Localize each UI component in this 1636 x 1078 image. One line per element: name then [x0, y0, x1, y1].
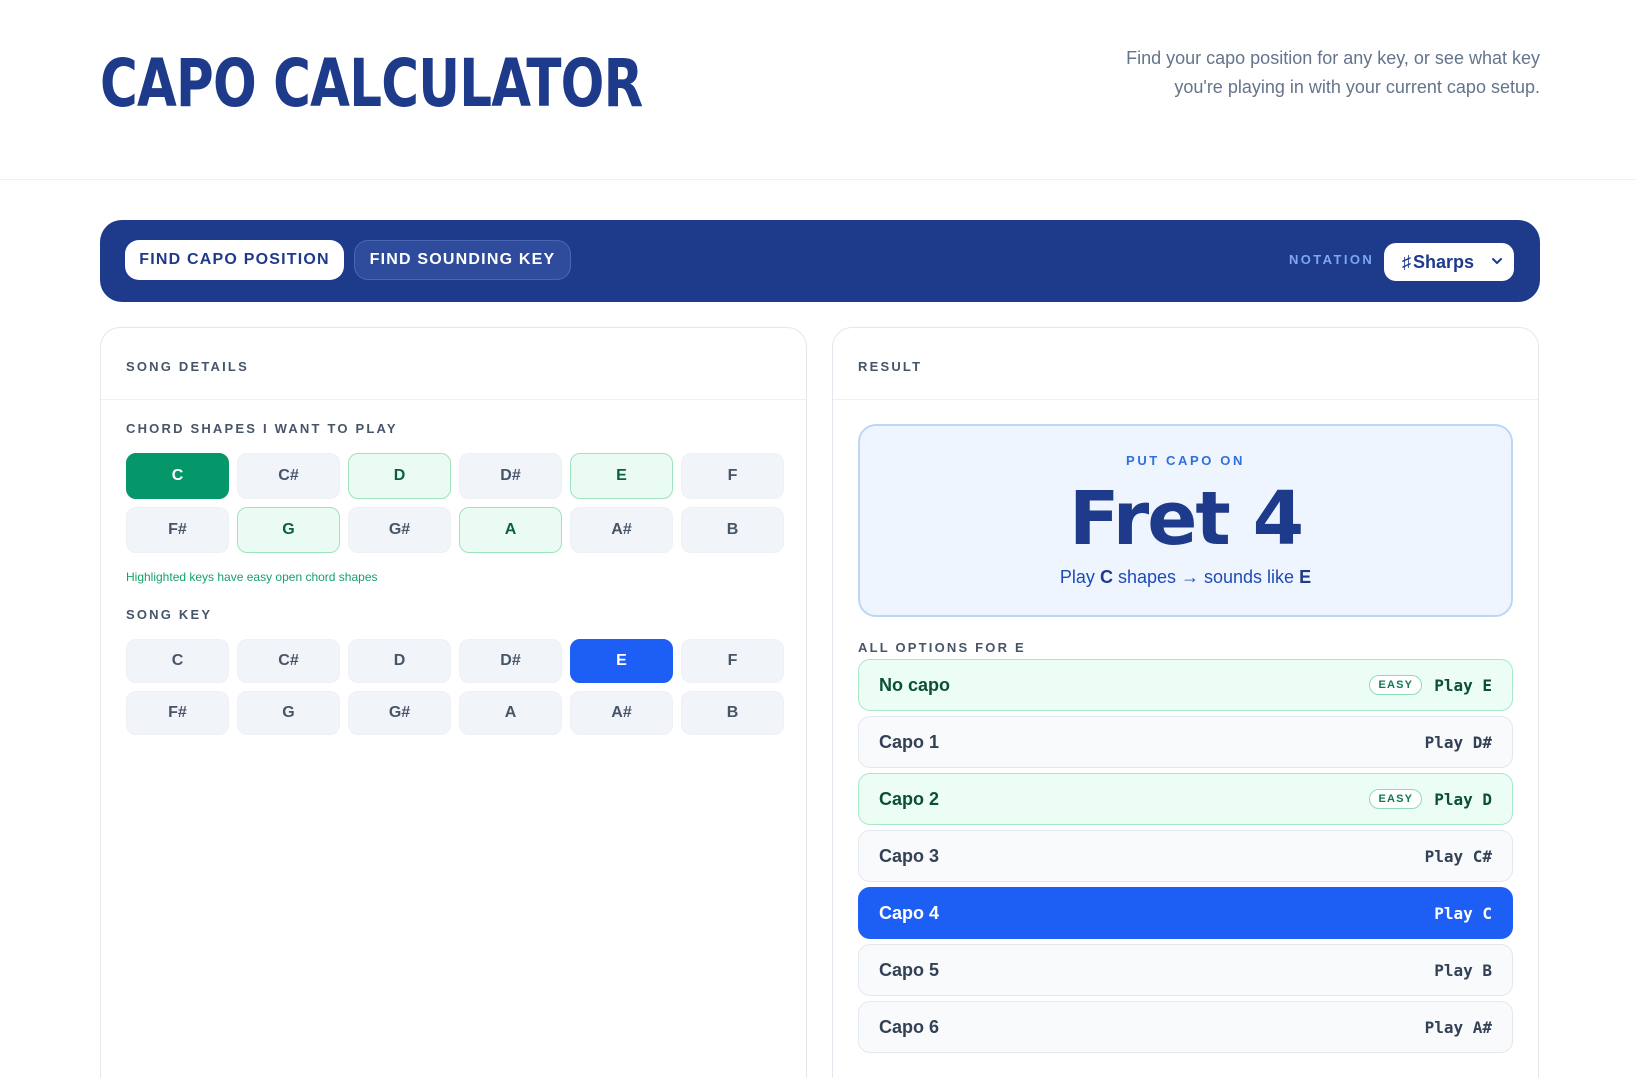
- key-button-c[interactable]: C: [126, 639, 229, 683]
- notation-value: Sharps: [1413, 251, 1475, 272]
- key-button-g[interactable]: G: [237, 507, 340, 553]
- app-title: Capo Calculator: [100, 45, 643, 122]
- chord-shapes-label: CHORD SHAPES I WANT TO PLAY: [126, 421, 398, 436]
- capo-option-row[interactable]: Capo 3 Play C#: [858, 830, 1513, 882]
- key-button-a-sharp[interactable]: A#: [570, 507, 673, 553]
- key-button-d-sharp[interactable]: D#: [459, 639, 562, 683]
- key-button-e[interactable]: E: [570, 639, 673, 683]
- key-button-b[interactable]: B: [681, 507, 784, 553]
- chevron-down-icon: [1492, 258, 1502, 264]
- capo-option-row[interactable]: Capo 1 Play D#: [858, 716, 1513, 768]
- key-button-a-sharp[interactable]: A#: [570, 691, 673, 735]
- capo-option-play: Play E: [1434, 675, 1492, 695]
- key-button-g-sharp[interactable]: G#: [348, 507, 451, 553]
- easy-badge: EASY: [1369, 675, 1423, 695]
- easy-badge: EASY: [1369, 789, 1423, 809]
- key-button-f-sharp[interactable]: F#: [126, 691, 229, 735]
- key-button-c-sharp[interactable]: C#: [237, 639, 340, 683]
- key-button-g[interactable]: G: [237, 691, 340, 735]
- capo-option-row[interactable]: Capo 2 EASY Play D: [858, 773, 1513, 825]
- capo-option-row[interactable]: No capo EASY Play E: [858, 659, 1513, 711]
- capo-option-name: Capo 4: [879, 902, 940, 923]
- mode-toolbar: FIND CAPO POSITION FIND SOUNDING KEY NOT…: [100, 220, 1540, 302]
- result-summary-shape: C: [1099, 567, 1113, 587]
- key-button-d-sharp[interactable]: D#: [459, 453, 562, 499]
- capo-option-name: Capo 5: [879, 959, 940, 980]
- key-button-d[interactable]: D: [348, 639, 451, 683]
- key-button-g-sharp[interactable]: G#: [348, 691, 451, 735]
- notation-select[interactable]: ♯ Sharps: [1384, 243, 1514, 281]
- result-card: PUT CAPO ON Fret 4 Play C shapes → sound…: [858, 424, 1513, 617]
- capo-option-name: Capo 3: [879, 845, 940, 866]
- result-summary-key: E: [1299, 567, 1312, 587]
- result-heading: RESULT: [833, 328, 1538, 400]
- chord-shapes-grid: C C# D D# E F F# G G# A A# B: [126, 453, 784, 553]
- easy-keys-hint: Highlighted keys have easy open chord sh…: [126, 570, 378, 584]
- page-header: Capo Calculator Find your capo position …: [0, 0, 1636, 180]
- song-details-panel: SONG DETAILS CHORD SHAPES I WANT TO PLAY…: [100, 327, 807, 1078]
- key-button-a[interactable]: A: [459, 691, 562, 735]
- key-button-a[interactable]: A: [459, 507, 562, 553]
- key-button-d[interactable]: D: [348, 453, 451, 499]
- capo-option-name: Capo 1: [879, 731, 940, 752]
- result-kicker: PUT CAPO ON: [1126, 453, 1245, 468]
- capo-option-play: Play B: [1434, 960, 1492, 980]
- notation-label: NOTATION: [1289, 252, 1375, 267]
- key-button-b[interactable]: B: [681, 691, 784, 735]
- capo-option-name: Capo 2: [879, 788, 940, 809]
- result-panel: RESULT PUT CAPO ON Fret 4 Play C shapes …: [832, 327, 1539, 1078]
- key-button-f-sharp[interactable]: F#: [126, 507, 229, 553]
- result-summary: Play C shapes → sounds like E: [860, 567, 1511, 588]
- key-button-c-sharp[interactable]: C#: [237, 453, 340, 499]
- key-button-e[interactable]: E: [570, 453, 673, 499]
- find-sounding-key-tab[interactable]: FIND SOUNDING KEY: [354, 240, 571, 280]
- capo-option-play: Play A#: [1424, 1017, 1492, 1037]
- result-summary-prefix: Play: [1059, 567, 1095, 587]
- song-key-label: SONG KEY: [126, 607, 213, 622]
- result-fret: Fret 4: [1068, 476, 1304, 562]
- key-button-f[interactable]: F: [681, 453, 784, 499]
- options-label: ALL OPTIONS FOR E: [858, 640, 1026, 655]
- sharp-icon: ♯: [1402, 251, 1411, 272]
- capo-option-play: Play D: [1434, 789, 1492, 809]
- key-button-c[interactable]: C: [126, 453, 229, 499]
- capo-option-play: Play C#: [1424, 846, 1492, 866]
- song-details-heading: SONG DETAILS: [101, 328, 806, 400]
- capo-option-row[interactable]: Capo 4 Play C: [858, 887, 1513, 939]
- song-key-grid: C C# D D# E F F# G G# A A# B: [126, 639, 784, 735]
- result-summary-middle: shapes → sounds like: [1117, 567, 1295, 587]
- key-button-f[interactable]: F: [681, 639, 784, 683]
- capo-option-name: No capo: [879, 674, 951, 695]
- capo-option-play: Play C: [1434, 903, 1492, 923]
- capo-option-play: Play D#: [1424, 732, 1492, 752]
- tagline: Find your capo position for any key, or …: [1126, 48, 1540, 97]
- capo-option-row[interactable]: Capo 6 Play A#: [858, 1001, 1513, 1053]
- find-capo-position-tab[interactable]: FIND CAPO POSITION: [125, 240, 344, 280]
- capo-option-name: Capo 6: [879, 1016, 940, 1037]
- capo-option-row[interactable]: Capo 5 Play B: [858, 944, 1513, 996]
